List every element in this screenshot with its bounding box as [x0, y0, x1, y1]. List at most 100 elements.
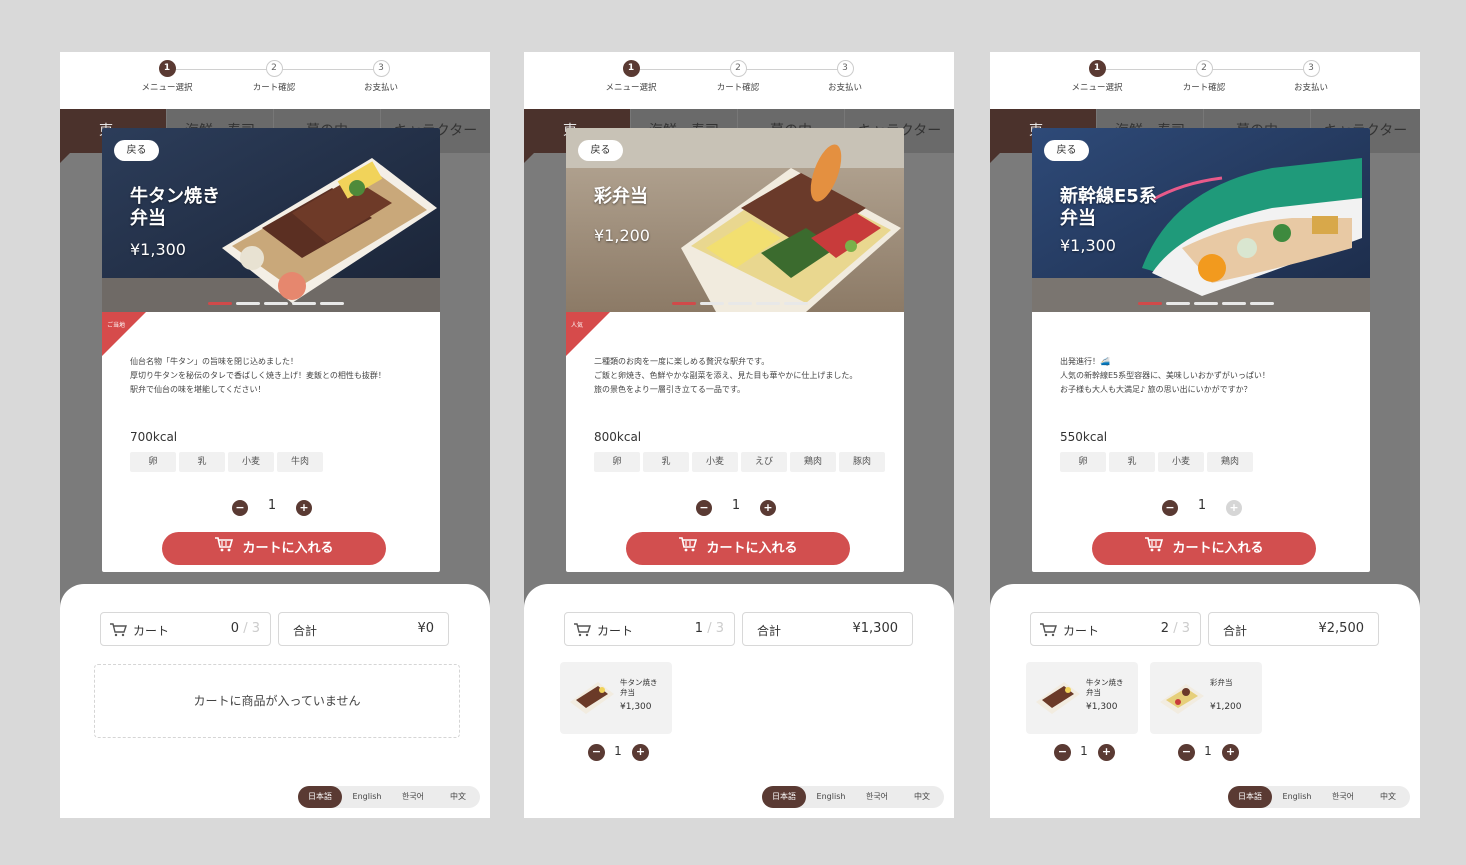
cart-label: カート: [133, 624, 170, 638]
back-button[interactable]: 戻る: [1044, 140, 1089, 161]
cart-count-value: 0: [230, 621, 240, 636]
language-switcher: 日本語 English 한국어 中文: [1228, 786, 1410, 808]
carousel-dot[interactable]: [784, 302, 808, 305]
carousel-dot[interactable]: [756, 302, 780, 305]
total-value: ¥2,500: [1318, 621, 1365, 636]
badge-text: ご当地: [107, 322, 126, 329]
cart-summary[interactable]: カート 2 / 3: [1030, 612, 1201, 646]
plus-icon[interactable]: +: [1098, 744, 1115, 761]
lang-english[interactable]: English: [1275, 786, 1319, 808]
description-line: 旅の景色をより一層引き立てる一品です。: [594, 385, 746, 394]
screen-3: 1メニュー選択 2カート確認 3お支払い 東… 海鮮・寿司 幕の内 キャラクター: [990, 52, 1420, 818]
cart-item-name-line1: 牛タン焼き: [1086, 678, 1124, 687]
back-button[interactable]: 戻る: [578, 140, 623, 161]
quantity-value: 1: [614, 744, 622, 758]
carousel-dot-active[interactable]: [1138, 302, 1162, 305]
lang-chinese[interactable]: 中文: [1366, 786, 1410, 808]
cart-count: 1 / 3: [695, 621, 724, 636]
cart-item-name-line1: 彩弁当: [1210, 678, 1233, 687]
quantity-value: 1: [1080, 744, 1088, 758]
plus-icon[interactable]: +: [1222, 744, 1239, 761]
cart-item-thumbnail[interactable]: 牛タン焼き 弁当 ¥1,300: [560, 662, 672, 734]
minus-icon[interactable]: −: [588, 744, 605, 761]
cart-item: 牛タン焼き 弁当 ¥1,300 − 1 +: [1026, 662, 1138, 761]
cart-icon: [573, 623, 591, 640]
step-number: 2: [1195, 60, 1213, 77]
quantity-value: 1: [731, 498, 741, 513]
carousel-dot[interactable]: [700, 302, 724, 305]
minus-icon[interactable]: −: [1178, 744, 1195, 761]
carousel-dot[interactable]: [1250, 302, 1274, 305]
cart-icon: [214, 532, 234, 565]
minus-icon[interactable]: −: [1162, 500, 1178, 516]
step-number: 3: [372, 60, 390, 77]
lang-japanese[interactable]: 日本語: [298, 786, 342, 808]
minus-icon[interactable]: −: [1054, 744, 1071, 761]
cart-summary[interactable]: カート 1 / 3: [564, 612, 735, 646]
lang-korean[interactable]: 한국어: [1321, 786, 1365, 808]
step-label: メニュー選択: [1071, 83, 1123, 93]
lang-chinese[interactable]: 中文: [436, 786, 480, 808]
cart-item-thumbnail[interactable]: 牛タン焼き 弁当 ¥1,300: [1026, 662, 1138, 734]
lang-chinese[interactable]: 中文: [900, 786, 944, 808]
carousel-dot[interactable]: [1166, 302, 1190, 305]
lang-korean[interactable]: 한국어: [391, 786, 435, 808]
plus-icon[interactable]: +: [632, 744, 649, 761]
carousel-dot[interactable]: [1222, 302, 1246, 305]
step-cart-confirm: 2 カート確認: [224, 60, 324, 93]
carousel-dot[interactable]: [264, 302, 288, 305]
allergen-chip: 乳: [643, 452, 689, 472]
cart-label: カート: [597, 624, 634, 638]
total-value: ¥1,300: [852, 621, 899, 636]
total-summary: 合計 ¥1,300: [742, 612, 913, 646]
back-button[interactable]: 戻る: [114, 140, 159, 161]
step-number: 3: [1302, 60, 1320, 77]
description-line: ご飯と卵焼き、色鮮やかな副菜を添え、見た目も華やかに仕上げました。: [594, 371, 858, 380]
allergen-list: 卵 乳 小麦 鶏肉: [1060, 452, 1360, 472]
step-number: 2: [265, 60, 283, 77]
allergen-chip: 卵: [594, 452, 640, 472]
carousel-dot[interactable]: [292, 302, 316, 305]
add-to-cart-button[interactable]: カートに入れる: [626, 532, 850, 565]
carousel-dot-active[interactable]: [208, 302, 232, 305]
product-name-line2: 弁当: [1060, 208, 1096, 229]
product-name: 新幹線E5系 弁当: [1060, 186, 1190, 230]
carousel-dot-active[interactable]: [672, 302, 696, 305]
cart-item: 彩弁当 ¥1,200 − 1 +: [1150, 662, 1262, 761]
product-name-line1: 彩弁当: [594, 186, 648, 207]
allergen-chip: えび: [741, 452, 787, 472]
carousel-dot[interactable]: [1194, 302, 1218, 305]
plus-icon[interactable]: +: [296, 500, 312, 516]
lang-japanese[interactable]: 日本語: [1228, 786, 1272, 808]
cart-count-value: 1: [694, 621, 704, 636]
carousel-dot[interactable]: [320, 302, 344, 305]
screen-2: 1メニュー選択 2カート確認 3お支払い 東… 海鮮・寿司 幕の内 キャラクター: [524, 52, 954, 818]
screen-1: 1メニュー選択 2カート確認 3お支払い 東… 海鮮・寿司 幕の内 キャラクター: [60, 52, 490, 818]
lang-english[interactable]: English: [809, 786, 853, 808]
add-to-cart-button[interactable]: カートに入れる: [162, 532, 386, 565]
plus-icon[interactable]: +: [1226, 500, 1242, 516]
allergen-list: 卵 乳 小麦 牛肉: [130, 452, 430, 472]
minus-icon[interactable]: −: [696, 500, 712, 516]
progress-stepper: 1 メニュー選択 2 カート確認 3 お支払い: [990, 52, 1420, 109]
lang-japanese[interactable]: 日本語: [762, 786, 806, 808]
add-to-cart-button[interactable]: カートに入れる: [1092, 532, 1316, 565]
lang-korean[interactable]: 한국어: [855, 786, 899, 808]
plus-icon[interactable]: +: [760, 500, 776, 516]
product-description: 出発進行！🚄 人気の新幹線E5系型容器に、美味しいおかずがいっぱい！ お子様も大…: [1060, 355, 1350, 397]
minus-icon[interactable]: −: [232, 500, 248, 516]
step-label: メニュー選択: [605, 83, 657, 93]
carousel-dot[interactable]: [728, 302, 752, 305]
carousel-dots: [208, 302, 348, 306]
cart-item-thumbnail[interactable]: 彩弁当 ¥1,200: [1150, 662, 1262, 734]
cart-sheet: カート 2 / 3 合計 ¥2,500 牛タン焼き 弁当 ¥1,300 − 1 +…: [990, 584, 1420, 818]
carousel-dot[interactable]: [236, 302, 260, 305]
lang-english[interactable]: English: [345, 786, 389, 808]
step-label: お支払い: [827, 83, 862, 93]
step-label: カート確認: [716, 83, 760, 93]
cart-item-price: ¥1,200: [1210, 702, 1242, 712]
quantity-value: 1: [1204, 744, 1212, 758]
allergen-chip: 小麦: [1158, 452, 1204, 472]
cart-summary[interactable]: カート 0 / 3: [100, 612, 271, 646]
cart-item-name-line2: 弁当: [620, 688, 635, 697]
